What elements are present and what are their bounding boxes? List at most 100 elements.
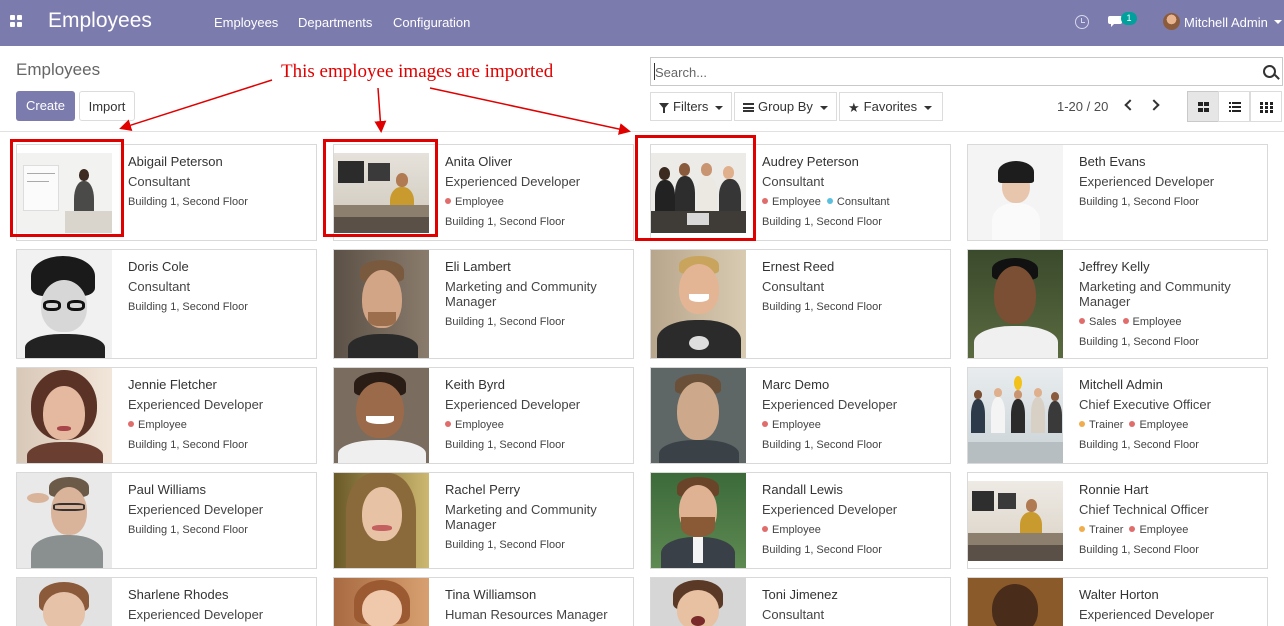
- bars-icon: [743, 103, 754, 113]
- th-grid-icon: [1260, 102, 1273, 113]
- employee-card[interactable]: Mitchell Admin Chief Executive Officer T…: [967, 367, 1268, 464]
- group-by-button[interactable]: Group By: [734, 92, 837, 121]
- employee-card[interactable]: Jeffrey Kelly Marketing and Community Ma…: [967, 249, 1268, 359]
- breadcrumb-title: Employees: [16, 60, 101, 79]
- employee-job-title: Experienced Developer: [128, 502, 264, 517]
- activity-view-button[interactable]: [1250, 91, 1282, 122]
- employee-card[interactable]: Tina Williamson Human Resources Manager: [333, 577, 634, 626]
- tag-employee: Employee: [445, 195, 504, 209]
- employee-photo: [17, 473, 112, 568]
- employee-location: Building 1, Second Floor: [762, 301, 882, 313]
- apps-menu-icon[interactable]: [10, 15, 24, 29]
- pager-value[interactable]: 1-20 / 20: [1057, 99, 1108, 114]
- employee-name: Paul Williams: [128, 482, 207, 497]
- list-view-button[interactable]: [1218, 91, 1250, 122]
- tag-employee: Employee: [762, 195, 821, 209]
- favorites-button[interactable]: ★ Favorites: [839, 92, 943, 121]
- tag-employee: Employee: [1129, 418, 1188, 432]
- employee-photo: [334, 250, 429, 358]
- employee-location: Building 1, Second Floor: [128, 439, 248, 451]
- employee-name: Mitchell Admin: [1079, 377, 1163, 392]
- employee-card[interactable]: Eli Lambert Marketing and Community Mana…: [333, 249, 634, 359]
- employee-location: Building 1, Second Floor: [762, 439, 882, 451]
- employee-job-title: Consultant: [762, 174, 825, 189]
- search-input[interactable]: [655, 63, 1235, 81]
- employee-name: Beth Evans: [1079, 154, 1146, 169]
- employee-name: Audrey Peterson: [762, 154, 859, 169]
- tag-color-dot: [762, 421, 768, 427]
- employee-photo: [968, 368, 1063, 463]
- tag-employee: Employee: [1129, 523, 1188, 537]
- annotation-arrow: [374, 87, 387, 133]
- employee-job-title: Experienced Developer: [762, 397, 898, 412]
- tag-color-dot: [1079, 526, 1085, 532]
- pager-previous-icon[interactable]: [1124, 99, 1136, 111]
- employee-card[interactable]: Ronnie Hart Chief Technical Officer Trai…: [967, 472, 1268, 569]
- employee-tags: Employee: [762, 523, 942, 537]
- tag-color-dot: [1079, 421, 1085, 427]
- user-menu[interactable]: Mitchell Admin: [1184, 15, 1268, 30]
- employee-tags: Employee: [445, 195, 625, 209]
- employee-tags: Employee: [445, 418, 625, 432]
- search-icon[interactable]: [1263, 65, 1276, 78]
- employee-card[interactable]: Sharlene Rhodes Experienced Developer: [16, 577, 317, 626]
- employee-card[interactable]: Marc Demo Experienced Developer Employee…: [650, 367, 951, 464]
- pager-next-icon[interactable]: [1148, 99, 1160, 111]
- menu-employees[interactable]: Employees: [214, 15, 278, 30]
- employee-name: Anita Oliver: [445, 154, 513, 169]
- employee-card[interactable]: Rachel Perry Marketing and Community Man…: [333, 472, 634, 569]
- employee-location: Building 1, Second Floor: [128, 301, 248, 313]
- employee-card[interactable]: Jennie Fletcher Experienced Developer Em…: [16, 367, 317, 464]
- menu-configuration[interactable]: Configuration: [393, 15, 470, 30]
- caret-down-icon: [819, 105, 828, 110]
- employee-photo: [17, 250, 112, 358]
- employee-card[interactable]: Ernest Reed Consultant Building 1, Secon…: [650, 249, 951, 359]
- import-button[interactable]: Import: [79, 91, 135, 121]
- user-menu-caret-icon[interactable]: [1274, 20, 1282, 24]
- employee-tags: Employee Consultant: [762, 195, 942, 209]
- employee-name: Doris Cole: [128, 259, 189, 274]
- employee-name: Ernest Reed: [762, 259, 835, 274]
- annotation-highlight-box: [10, 139, 124, 237]
- employee-job-title: Experienced Developer: [128, 607, 264, 622]
- employee-card[interactable]: Toni Jimenez Consultant: [650, 577, 951, 626]
- employee-tags: Employee: [128, 418, 308, 432]
- employee-tags: Trainer Employee: [1079, 523, 1259, 537]
- tag-color-dot: [762, 526, 768, 532]
- employee-card[interactable]: Walter Horton Experienced Developer: [967, 577, 1268, 626]
- tag-consultant: Consultant: [826, 195, 890, 209]
- employee-job-title: Experienced Developer: [1079, 174, 1215, 189]
- annotation-arrow: [119, 79, 273, 131]
- employee-job-title: Consultant: [128, 174, 191, 189]
- employee-name: Keith Byrd: [445, 377, 505, 392]
- employee-location: Building 1, Second Floor: [762, 216, 882, 228]
- employee-location: Building 1, Second Floor: [445, 216, 565, 228]
- employee-photo: [17, 578, 112, 626]
- employee-location: Building 1, Second Floor: [762, 544, 882, 556]
- employee-card[interactable]: Keith Byrd Experienced Developer Employe…: [333, 367, 634, 464]
- employee-name: Tina Williamson: [445, 587, 537, 602]
- user-avatar[interactable]: [1163, 13, 1180, 30]
- employee-job-title: Chief Technical Officer: [1079, 502, 1209, 517]
- employee-job-title: Human Resources Manager: [445, 607, 608, 622]
- menu-departments[interactable]: Departments: [298, 15, 372, 30]
- app-title: Employees: [48, 9, 152, 32]
- employee-name: Sharlene Rhodes: [128, 587, 229, 602]
- employee-card[interactable]: Paul Williams Experienced Developer Buil…: [16, 472, 317, 569]
- kanban-view-button[interactable]: [1187, 91, 1219, 122]
- activity-clock-icon[interactable]: [1075, 15, 1089, 29]
- filters-button[interactable]: Filters: [650, 92, 732, 121]
- create-button[interactable]: Create: [16, 91, 75, 121]
- employee-photo: [651, 578, 746, 626]
- employee-location: Building 1, Second Floor: [128, 524, 248, 536]
- employee-photo: [334, 368, 429, 463]
- tag-color-dot: [1122, 318, 1129, 324]
- employee-card[interactable]: Randall Lewis Experienced Developer Empl…: [650, 472, 951, 569]
- employee-photo: [968, 145, 1063, 240]
- employee-card[interactable]: Doris Cole Consultant Building 1, Second…: [16, 249, 317, 359]
- employee-job-title: Consultant: [762, 279, 825, 294]
- employee-card[interactable]: Beth Evans Experienced Developer Buildin…: [967, 144, 1268, 241]
- tag-color-dot: [826, 198, 833, 204]
- group-by-label: Group By: [758, 99, 813, 114]
- employee-tags: Trainer Employee: [1079, 418, 1259, 432]
